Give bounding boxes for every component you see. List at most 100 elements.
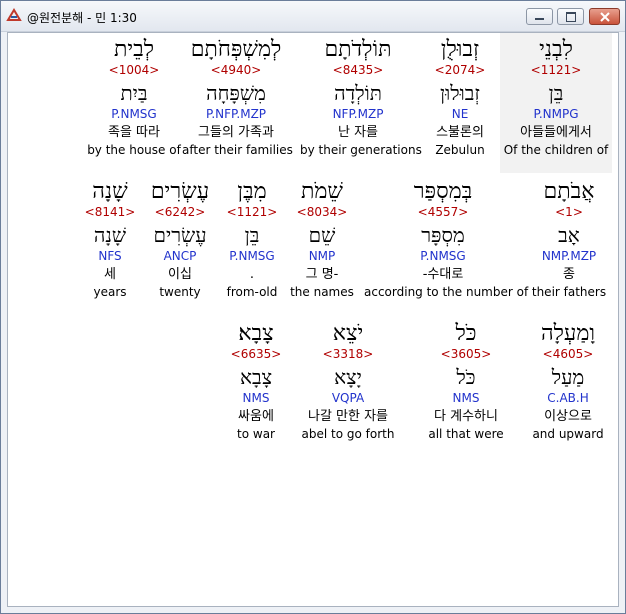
english-gloss: years: [93, 285, 127, 299]
word-cell[interactable]: לְבֵית <1004> בַּיִת P.NMSG 족을 따라 by the…: [80, 37, 188, 157]
app-window: @원전분해 - 민 1:30 לְבֵית <1004> בַּיִת P.NM…: [0, 0, 626, 614]
english-gloss: twenty: [159, 285, 201, 299]
word-cell[interactable]: בְּמִסְפַּר <4557> מִסְפָּר P.NMSG -수대로 …: [364, 179, 529, 299]
hebrew-word: תּוֹלְדֹתָם: [324, 37, 392, 62]
word-cell[interactable]: זְבוּלֻן <2074> זְבוּלוּן NE 스불론의 Zebulu…: [416, 37, 504, 157]
parsing-code: NMS: [452, 391, 480, 405]
parsing-code: P.NMPG: [533, 107, 579, 121]
lemma: בֵּן: [244, 223, 260, 247]
korean-gloss: -수대로: [422, 267, 464, 282]
hebrew-word: כֹּל: [455, 321, 477, 346]
word-cell[interactable]: שָׁנָה <8141> שָׁנָה NFS 세 years: [72, 179, 148, 299]
english-gloss: after their families: [182, 143, 293, 157]
lemma: בַּיִת: [120, 81, 148, 105]
lemma: שָׁנָה: [93, 223, 127, 247]
english-gloss: their fathers: [531, 285, 607, 299]
english-gloss: Zebulun: [435, 143, 485, 157]
strong-number: <1121>: [530, 63, 582, 77]
strong-number: <8034>: [296, 205, 348, 219]
word-cell[interactable]: יֹצֵא <3318> יָצָא VQPA 나갈 만한 자를 abel to…: [292, 321, 404, 441]
title-bar[interactable]: @원전분해 - 민 1:30: [1, 1, 625, 32]
korean-gloss: 난 자를: [337, 125, 378, 140]
word-cell[interactable]: מִבֶּן <1121> בֵּן P.NMSG . from-old: [214, 179, 290, 299]
lemma: בֵּן: [548, 81, 564, 105]
hebrew-word: צָבָא׃: [238, 321, 274, 346]
english-gloss: to war: [237, 427, 275, 441]
strong-number: <8435>: [332, 63, 384, 77]
lemma: שֵׁם: [308, 223, 336, 247]
parsing-code: NFP.MZP: [332, 107, 384, 121]
close-button[interactable]: [589, 8, 620, 25]
parsing-code: P.NMSG: [420, 249, 466, 263]
strong-number: <6635>: [230, 347, 282, 361]
minimize-button[interactable]: [526, 8, 553, 25]
lemma: אָב: [558, 223, 580, 247]
parsing-code: NMP: [308, 249, 336, 263]
parsing-code: NMS: [242, 391, 270, 405]
english-gloss: from-old: [226, 285, 278, 299]
english-gloss: and upward: [532, 427, 604, 441]
korean-gloss: 이상으로: [544, 409, 592, 424]
korean-gloss: 스불론의: [436, 125, 484, 140]
word-cell[interactable]: צָבָא׃ <6635> צָבָא NMS 싸움에 to war: [216, 321, 296, 441]
lemma: צָבָא: [239, 365, 273, 389]
english-gloss: Of the children of: [503, 143, 609, 157]
lemma: זְבוּלוּן: [440, 81, 480, 105]
word-cell[interactable]: כֹּל <3605> כֹּל NMS 다 계수하니 all that wer…: [418, 321, 514, 441]
word-cell[interactable]: תּוֹלְדֹתָם <8435> תּוֹלְדָה NFP.MZP 난 자…: [300, 37, 422, 157]
english-gloss: abel to go forth: [301, 427, 395, 441]
interlinear-panel[interactable]: לְבֵית <1004> בַּיִת P.NMSG 족을 따라 by the…: [7, 32, 619, 607]
hebrew-word: וָמַעְלָה: [540, 321, 596, 346]
korean-gloss: .: [249, 267, 255, 282]
hebrew-word: יֹצֵא: [332, 321, 364, 346]
parsing-code: P.NFP.MZP: [205, 107, 267, 121]
lemma: מַעַל: [551, 365, 585, 389]
lemma: תּוֹלְדָה: [334, 81, 382, 105]
word-cell[interactable]: וָמַעְלָה <4605> מַעַל C.AB.H 이상으로 and u…: [516, 321, 618, 441]
korean-gloss: 세: [104, 267, 116, 282]
lemma: עֶשְׂרִים: [153, 223, 207, 247]
hebrew-word: שֵׁמֹת: [300, 179, 344, 204]
lemma: מִסְפָּר: [421, 223, 465, 247]
hebrew-word: זְבוּלֻן: [440, 37, 480, 62]
parsing-code: NMP.MZP: [541, 249, 597, 263]
parsing-code: NFS: [98, 249, 122, 263]
hebrew-word: שָׁנָה: [92, 179, 128, 204]
korean-gloss: 종: [563, 267, 575, 282]
parsing-code: P.NMSG: [229, 249, 275, 263]
korean-gloss: 그들의 가족과: [198, 125, 274, 140]
word-cell[interactable]: אֲבֹתָם <1> אָב NMP.MZP 종 their fathers: [518, 179, 618, 299]
english-gloss: the names: [290, 285, 354, 299]
hebrew-word: לִבְנֵי: [539, 37, 573, 62]
strong-number: <3318>: [322, 347, 374, 361]
hebrew-word: אֲבֹתָם: [543, 179, 595, 204]
parsing-code: VQPA: [331, 391, 365, 405]
word-cell[interactable]: לְמִשְׁפְּחֹתָם <4940> מִשְׁפָּחָה P.NFP…: [182, 37, 293, 157]
english-gloss: by the house of: [87, 143, 181, 157]
korean-gloss: 나갈 만한 자를: [307, 409, 389, 424]
hebrew-word: לְבֵית: [113, 37, 155, 62]
parsing-code: C.AB.H: [547, 391, 589, 405]
word-cell-selected[interactable]: לִבְנֵי <1121> בֵּן P.NMPG 아들들에게서 Of the…: [500, 33, 612, 173]
maximize-button[interactable]: [557, 8, 584, 25]
korean-gloss: 아들들에게서: [520, 125, 592, 140]
word-cell[interactable]: עֶשְׂרִים <6242> עֶשְׂרִים ANCP 이십 twent…: [142, 179, 218, 299]
lemma: מִשְׁפָּחָה: [206, 81, 266, 105]
strong-number: <4605>: [542, 347, 594, 361]
english-gloss: all that were: [428, 427, 504, 441]
maximize-icon: [566, 12, 576, 22]
close-icon: [600, 12, 610, 22]
english-gloss: according to the number of: [364, 285, 529, 299]
hebrew-word: מִבֶּן: [237, 179, 267, 204]
parsing-code: P.NMSG: [111, 107, 157, 121]
app-logo-icon: [6, 8, 22, 21]
window-title: @원전분해 - 민 1:30: [27, 11, 137, 25]
word-cell[interactable]: שֵׁמֹת <8034> שֵׁם NMP 그 명- the names: [284, 179, 360, 299]
lemma: כֹּל: [456, 365, 476, 389]
lemma: יָצָא: [334, 365, 362, 389]
strong-number: <6242>: [154, 205, 206, 219]
parsing-code: NE: [451, 107, 469, 121]
hebrew-word: לְמִשְׁפְּחֹתָם: [190, 37, 282, 62]
hebrew-word: בְּמִסְפַּר: [413, 179, 473, 204]
english-gloss: by their generations: [300, 143, 422, 157]
